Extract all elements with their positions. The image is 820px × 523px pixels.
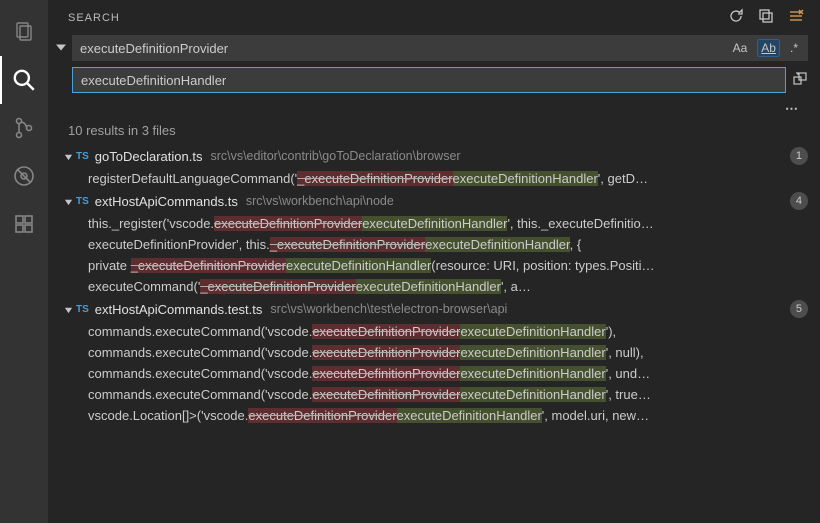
match-count-badge: 5 [790, 300, 808, 318]
refresh-icon[interactable] [728, 8, 744, 27]
twisty-icon[interactable] [62, 305, 74, 314]
toggle-replace-icon[interactable] [56, 41, 66, 56]
ts-file-icon: TS [76, 304, 89, 315]
twisty-icon[interactable] [62, 152, 74, 161]
match-count-badge: 4 [790, 192, 808, 210]
twisty-icon[interactable] [62, 197, 74, 206]
sidebar-title: SEARCH [68, 12, 728, 24]
match-row[interactable]: commands.executeCommand('vscode.executeD… [48, 363, 820, 384]
clear-results-icon[interactable] [788, 8, 804, 27]
match-row[interactable]: registerDefaultLanguageCommand('_execute… [48, 168, 820, 189]
collapse-all-icon[interactable] [758, 8, 774, 27]
match-whole-word-icon[interactable]: Ab [757, 39, 780, 57]
ts-file-icon: TS [76, 196, 89, 207]
debug-tab[interactable] [0, 152, 48, 200]
file-path: src\vs\editor\contrib\goToDeclaration\br… [210, 149, 460, 163]
replace-input[interactable] [72, 67, 786, 93]
ts-file-icon: TS [76, 151, 89, 162]
search-sidebar: SEARCH Aa Ab .* ⋯ 10 results in 3 [48, 0, 820, 523]
search-tab[interactable] [0, 56, 48, 104]
match-row[interactable]: executeDefinitionProvider', this._execut… [48, 234, 820, 255]
match-row[interactable]: private _executeDefinitionProviderexecut… [48, 255, 820, 276]
scm-tab[interactable] [0, 104, 48, 152]
file-row[interactable]: TS extHostApiCommands.test.ts src\vs\wor… [48, 297, 820, 321]
match-row[interactable]: commands.executeCommand('vscode.executeD… [48, 342, 820, 363]
match-row[interactable]: commands.executeCommand('vscode.executeD… [48, 384, 820, 405]
file-row[interactable]: TS goToDeclaration.ts src\vs\editor\cont… [48, 144, 820, 168]
match-case-icon[interactable]: Aa [729, 39, 752, 57]
regex-icon[interactable]: .* [786, 39, 802, 57]
explorer-tab[interactable] [0, 8, 48, 56]
results-tree: TS goToDeclaration.ts src\vs\editor\cont… [48, 144, 820, 523]
match-row[interactable]: commands.executeCommand('vscode.executeD… [48, 321, 820, 342]
file-name: extHostApiCommands.test.ts [95, 302, 263, 317]
match-row[interactable]: vscode.Location[]>('vscode.executeDefini… [48, 405, 820, 426]
file-path: src\vs\workbench\test\electron-browser\a… [270, 302, 507, 316]
activity-bar [0, 0, 48, 523]
replace-all-icon[interactable] [792, 71, 808, 90]
extensions-tab[interactable] [0, 200, 48, 248]
search-input[interactable] [72, 35, 808, 61]
sidebar-header: SEARCH [48, 0, 820, 35]
toggle-search-details-icon[interactable]: ⋯ [72, 99, 808, 117]
match-row[interactable]: executeCommand('_executeDefinitionProvid… [48, 276, 820, 297]
file-path: src\vs\workbench\api\node [246, 194, 394, 208]
file-name: goToDeclaration.ts [95, 149, 203, 164]
file-name: extHostApiCommands.ts [95, 194, 238, 209]
match-row[interactable]: this._register('vscode.executeDefinition… [48, 213, 820, 234]
results-summary: 10 results in 3 files [48, 117, 820, 144]
file-row[interactable]: TS extHostApiCommands.ts src\vs\workbenc… [48, 189, 820, 213]
match-count-badge: 1 [790, 147, 808, 165]
